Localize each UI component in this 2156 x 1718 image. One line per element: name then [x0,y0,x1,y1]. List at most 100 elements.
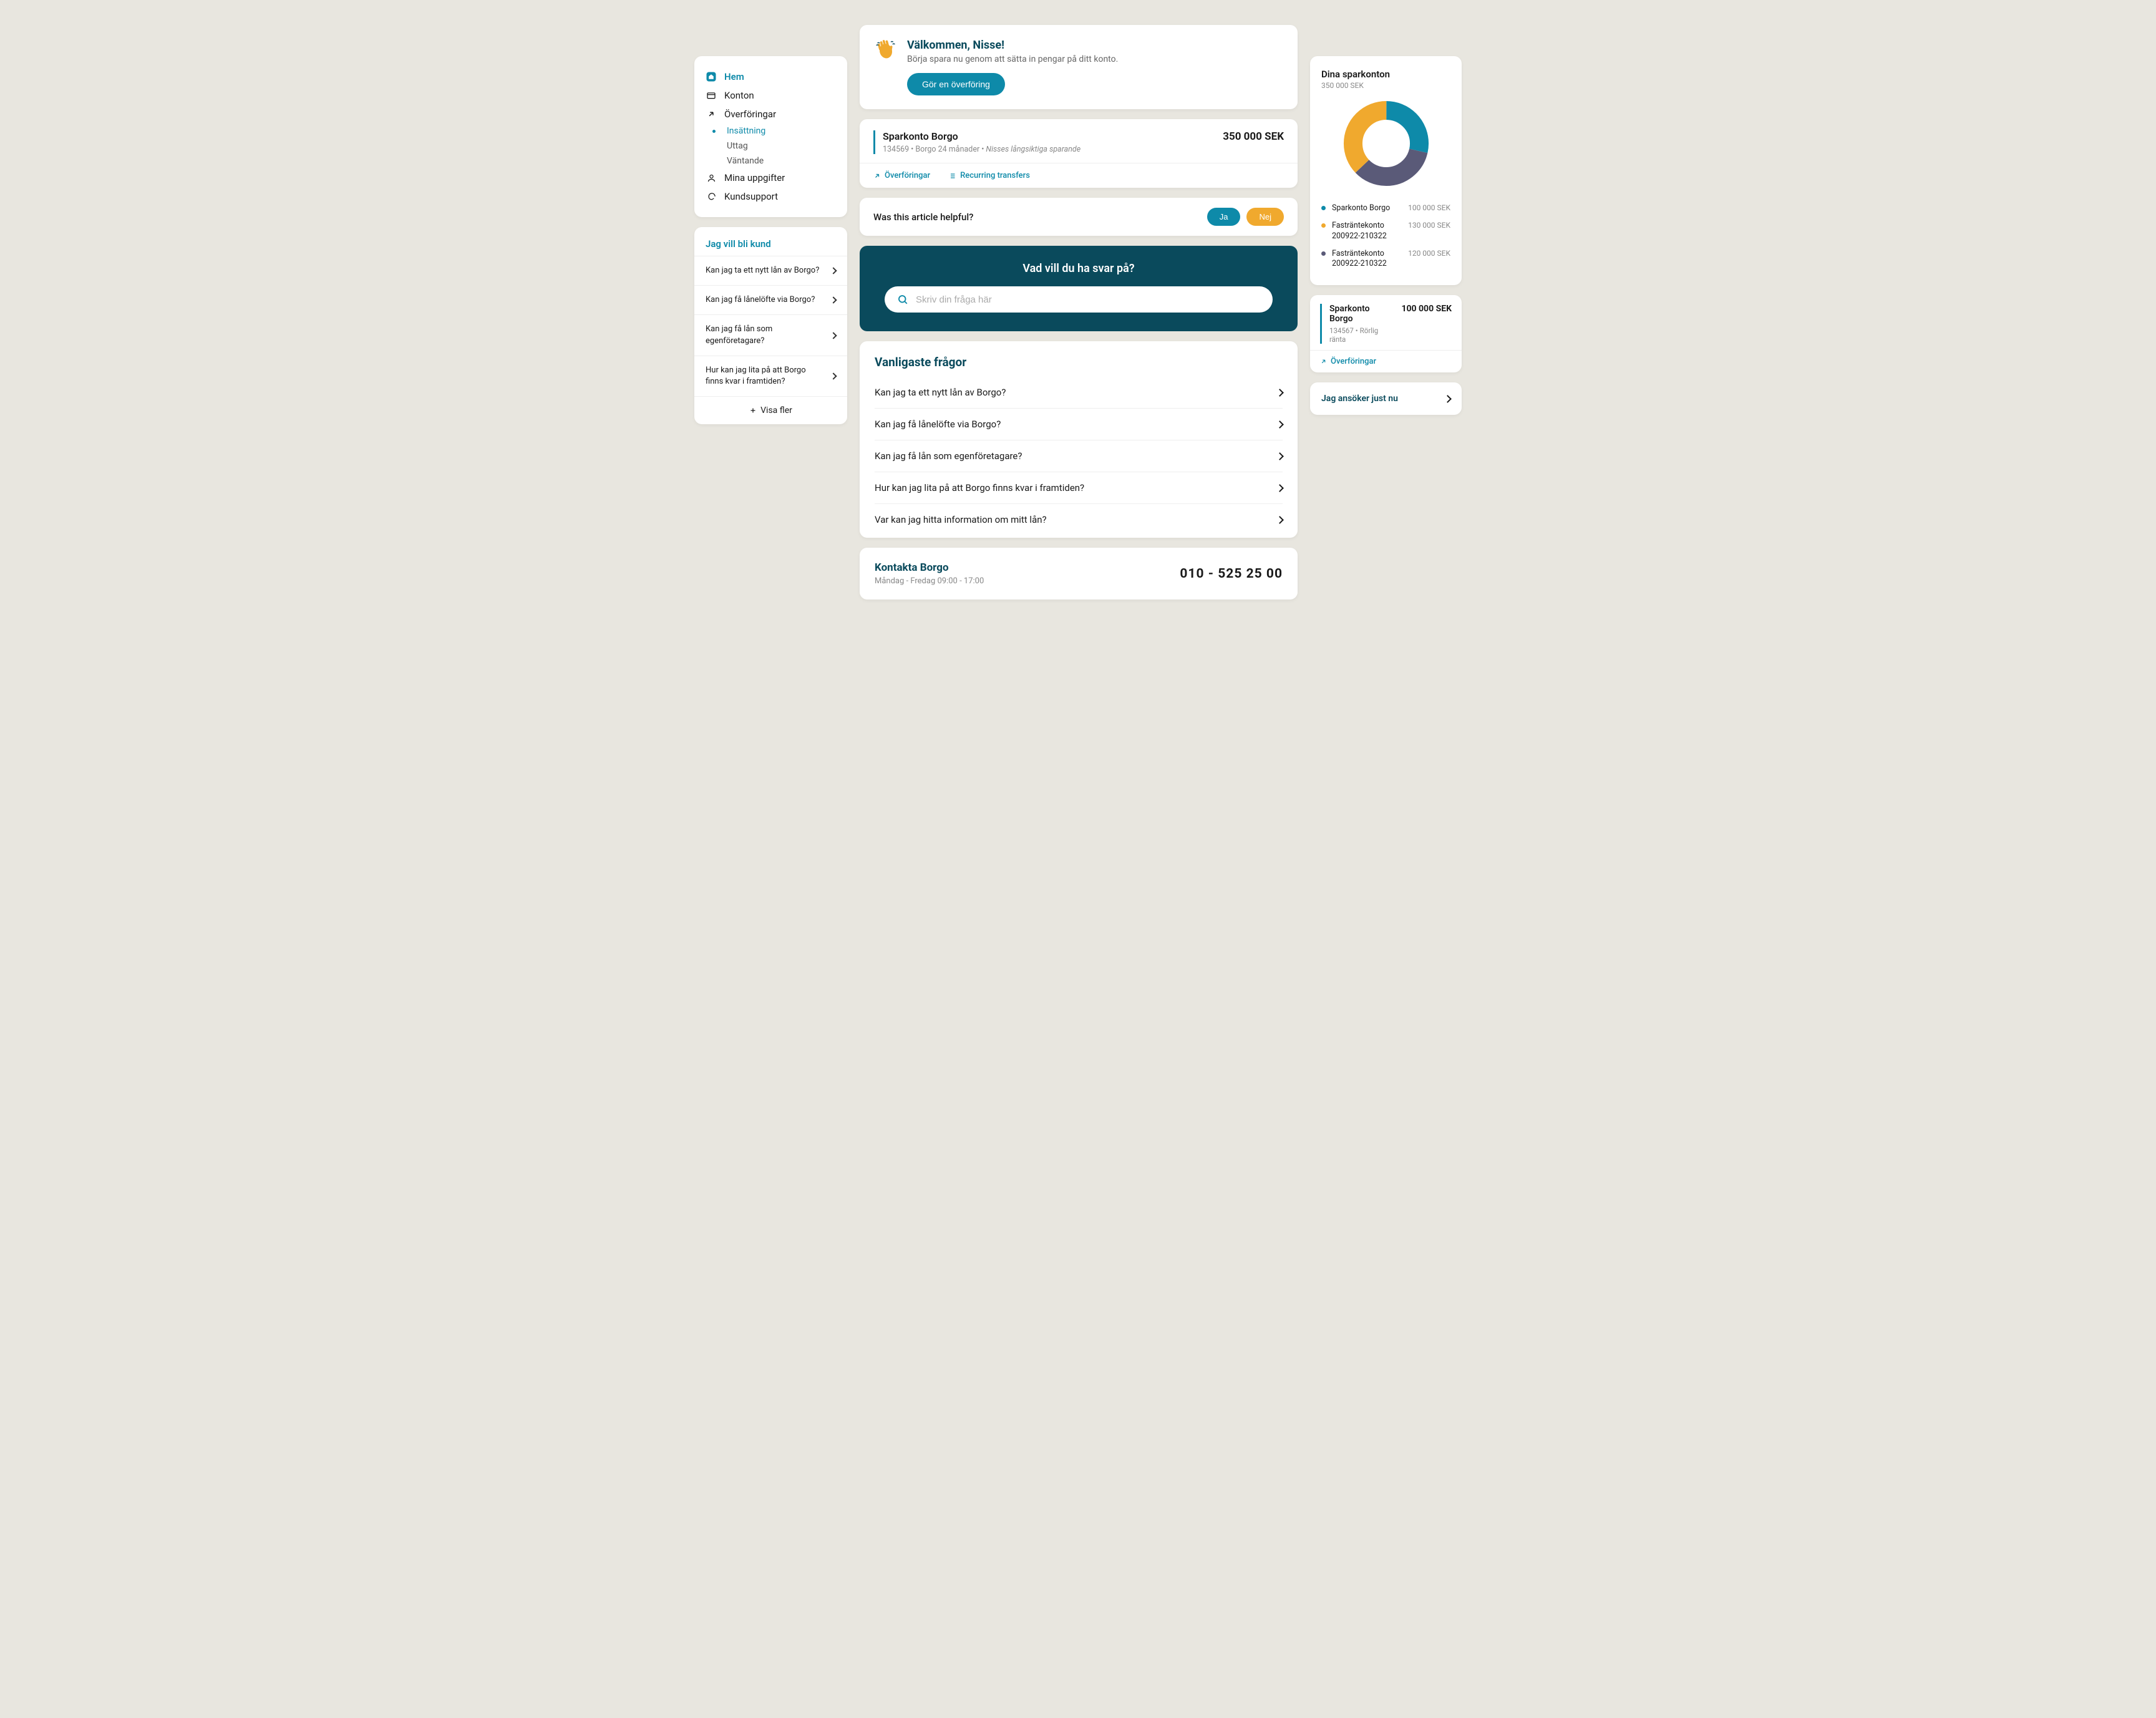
faq-item-label: Kan jag få lån som egenföretagare? [875,450,1022,462]
faq-item-label: Hur kan jag lita på att Borgo finns kvar… [875,482,1084,493]
account-recurring-link[interactable]: Recurring transfers [948,171,1030,180]
legend-value: 100 000 SEK [1408,203,1450,212]
account-card: Sparkonto Borgo 134569•Borgo 24 månader•… [860,119,1298,188]
transfer-button[interactable]: Gör en överföring [907,73,1005,95]
transfer-icon [706,110,717,119]
legend-dot-icon [1321,251,1326,256]
legend-item: Sparkonto Borgo 100 000 SEK [1321,200,1450,217]
chevron-right-icon [830,332,837,339]
contact-hours: Måndag - Fredag 09:00 - 17:00 [875,576,984,586]
faq-item-label: Hur kan jag lita på att Borgo finns kvar… [706,365,825,387]
account-name: Sparkonto Borgo [1329,304,1394,324]
user-icon [706,173,717,183]
account-transfers-link[interactable]: Överföringar [1320,357,1376,366]
nav-profile[interactable]: Mina uppgifter [703,168,838,187]
account-meta: 134569•Borgo 24 månader•Nisses långsikti… [883,145,1215,154]
show-more-label: Visa fler [760,405,792,415]
faq-main-item[interactable]: Kan jag ta ett nytt lån av Borgo? [875,377,1283,409]
legend-item: Fasträntekonto 200922-210322 130 000 SEK [1321,217,1450,245]
legend-item: Fasträntekonto 200922-210322 120 000 SEK [1321,245,1450,273]
helpful-yes-button[interactable]: Ja [1207,208,1241,226]
nav-accounts[interactable]: Konton [703,86,838,105]
faq-sidebar-item[interactable]: Kan jag få lånelöfte via Borgo? [694,285,847,314]
chevron-right-icon [830,267,837,274]
helpful-no-button[interactable]: Nej [1246,208,1284,226]
action-label: Överföringar [885,171,930,180]
nav-sub-label: Insättning [727,126,765,136]
accounts-icon [706,90,717,100]
faq-item-label: Kan jag få lånelöfte via Borgo? [706,294,825,306]
helpful-question: Was this article helpful? [873,211,973,223]
nav-sub-pending[interactable]: Väntande [703,153,838,168]
nav-sub-withdraw[interactable]: Uttag [703,138,838,153]
arrow-icon [1320,358,1327,365]
faq-sidebar-item[interactable]: Kan jag få lån som egenföretagare? [694,314,847,355]
faq-main-item[interactable]: Kan jag få lån som egenföretagare? [875,440,1283,472]
faq-sidebar-item[interactable]: Kan jag ta ett nytt lån av Borgo? [694,256,847,285]
contact-phone: 010 - 525 25 00 [1180,566,1283,581]
donut-chart [1321,100,1450,187]
helpful-bar: Was this article helpful? Ja Nej [860,198,1298,236]
nav-sub-deposit[interactable]: Insättning [703,124,838,138]
bullet-icon [708,145,719,148]
welcome-banner: Välkommen, Nisse! Börja spara nu genom a… [860,25,1298,109]
action-label: Överföringar [1331,357,1376,366]
legend-label: Fasträntekonto 200922-210322 [1332,221,1402,241]
chevron-right-icon [1444,395,1452,403]
nav-label: Kundsupport [724,191,778,202]
faq-main-item[interactable]: Var kan jag hitta information om mitt lå… [875,504,1283,535]
faq-sidebar-heading: Jag vill bli kund [694,227,847,256]
legend-dot-icon [1321,206,1326,210]
support-icon [706,192,717,201]
main-nav: Hem Konton Överföringar Insättning U [694,56,847,217]
chevron-right-icon [1276,389,1284,397]
faq-main: Vanligaste frågor Kan jag ta ett nytt lå… [860,341,1298,538]
faq-sidebar-item[interactable]: Hur kan jag lita på att Borgo finns kvar… [694,356,847,396]
legend-dot-icon [1321,223,1326,228]
action-label: Recurring transfers [960,171,1030,180]
legend-label: Fasträntekonto 200922-210322 [1332,249,1402,269]
savings-overview-card: Dina sparkonton 350 000 SEK Sparkonto Bo… [1310,56,1462,285]
account-accent-bar [1320,304,1322,344]
account-balance: 350 000 SEK [1223,130,1284,154]
nav-label: Överföringar [724,109,776,120]
chevron-right-icon [1276,420,1284,429]
search-input[interactable] [916,294,1260,305]
faq-item-label: Kan jag ta ett nytt lån av Borgo? [875,387,1006,398]
legend-label: Sparkonto Borgo [1332,203,1402,213]
donut-heading: Dina sparkonton [1321,69,1450,80]
faq-main-item[interactable]: Hur kan jag lita på att Borgo finns kvar… [875,472,1283,504]
search-icon [897,294,908,305]
donut-total: 350 000 SEK [1321,81,1450,90]
nav-label: Konton [724,90,754,101]
faq-item-label: Var kan jag hitta information om mitt lå… [875,514,1047,525]
account-accent-bar [873,130,875,154]
search-box[interactable] [885,286,1273,313]
account-card-small: Sparkonto Borgo 134567•Rörlig ränta 100 … [1310,295,1462,372]
chevron-right-icon [1276,516,1284,524]
nav-transfers[interactable]: Överföringar [703,105,838,124]
nav-home[interactable]: Hem [703,67,838,86]
home-icon [706,71,717,82]
faq-sidebar: Jag vill bli kund Kan jag ta ett nytt lå… [694,227,847,424]
welcome-body: Börja spara nu genom att sätta in pengar… [907,54,1118,64]
chevron-right-icon [1276,452,1284,460]
list-icon [948,172,956,180]
nav-sub-label: Uttag [727,141,748,151]
apply-card[interactable]: Jag ansöker just nu [1310,382,1462,415]
faq-item-label: Kan jag få lån som egenföretagare? [706,324,825,346]
bullet-icon [708,130,719,133]
legend-value: 120 000 SEK [1408,249,1450,258]
faq-main-heading: Vanligaste frågor [875,355,1283,369]
faq-main-item[interactable]: Kan jag få lånelöfte via Borgo? [875,409,1283,440]
chevron-right-icon [830,372,837,379]
donut-legend: Sparkonto Borgo 100 000 SEK Fasträntekon… [1321,200,1450,273]
show-more-button[interactable]: Visa fler [694,396,847,424]
account-transfers-link[interactable]: Överföringar [873,171,930,180]
account-meta: 134567•Rörlig ränta [1329,326,1394,344]
account-balance: 100 000 SEK [1401,304,1452,344]
apply-label: Jag ansöker just nu [1321,394,1398,404]
nav-support[interactable]: Kundsupport [703,187,838,206]
plus-icon [749,407,757,414]
contact-heading: Kontakta Borgo [875,561,984,574]
